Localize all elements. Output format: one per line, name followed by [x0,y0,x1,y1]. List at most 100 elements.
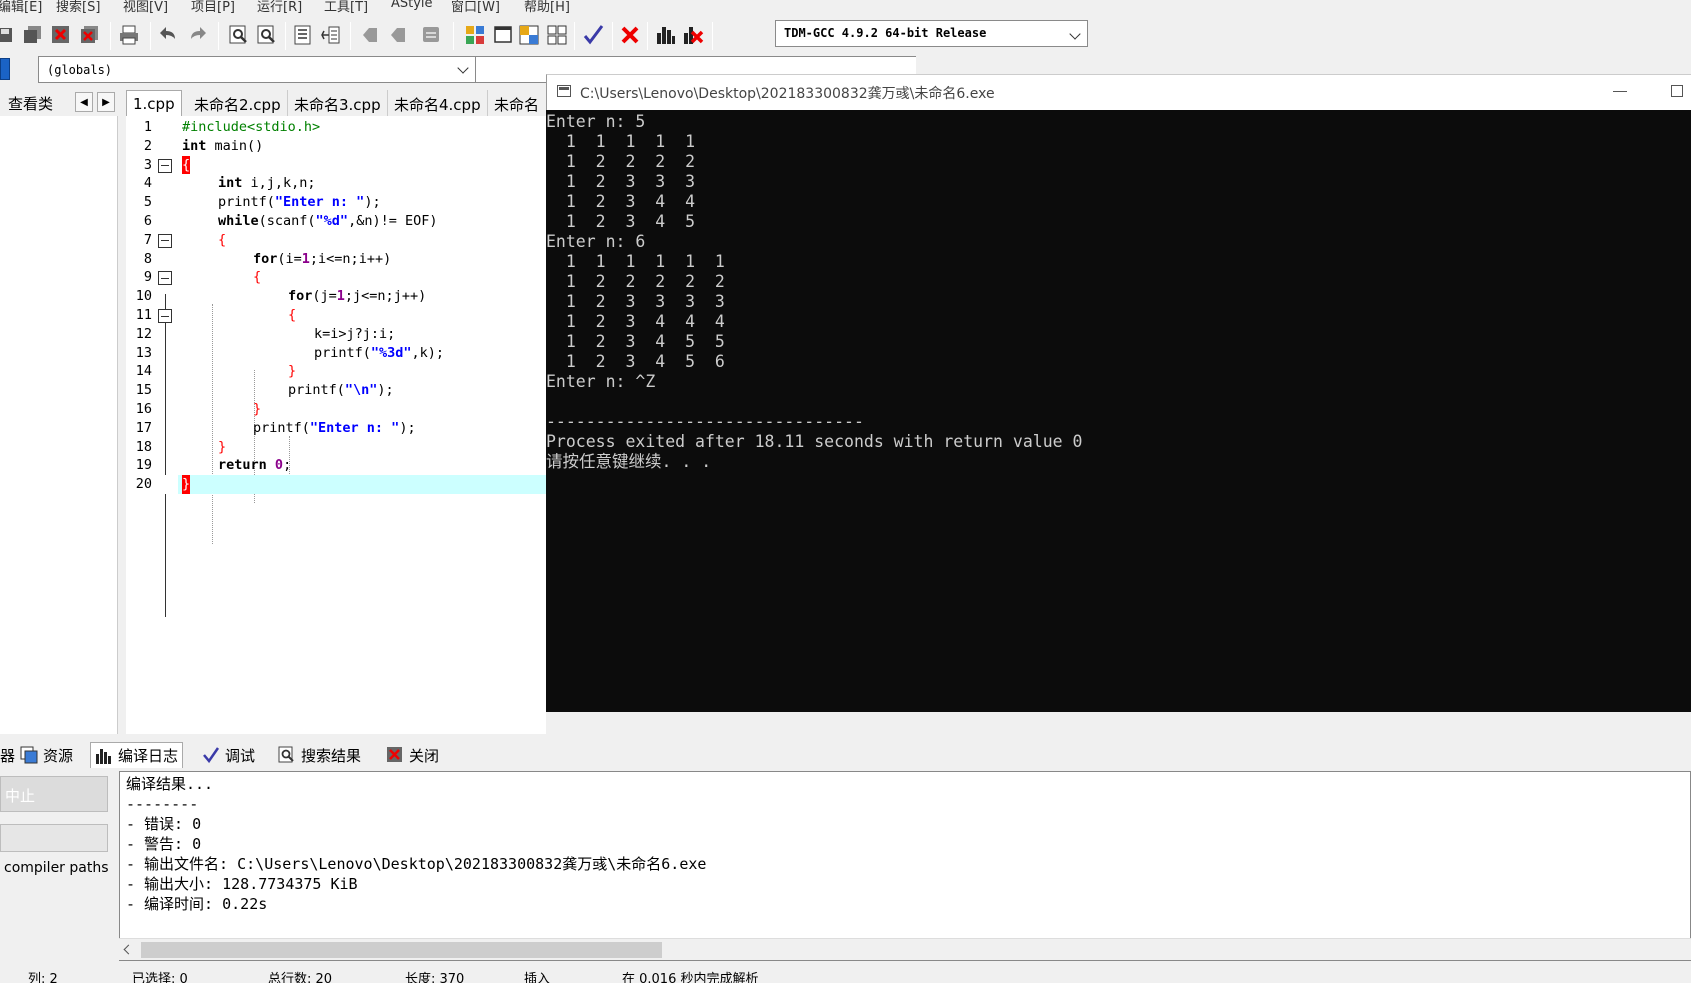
console-window-titlebar[interactable]: C:\Users\Lenovo\Desktop\202183300832龚万彧\… [546,74,1691,110]
menu-window[interactable]: 窗口[W] [451,0,500,14]
tab-class-browser[interactable]: 查看类 [0,90,61,114]
close-file-icon[interactable] [48,22,74,48]
fold-collapse-icon[interactable] [158,271,172,286]
code-line: 13 printf("%3d",k); [135,344,445,361]
chart-icon[interactable] [653,22,679,48]
code-line: 10 for(j=1;j<=n;j++) [135,288,427,305]
scope-select[interactable]: (globals) [38,56,476,83]
tab-file-1[interactable]: 1.cpp [126,90,182,116]
code-line: 11{ [135,307,297,323]
fold-collapse-icon[interactable] [158,233,172,248]
menu-project[interactable]: 项目[P] [191,0,235,14]
save-icon[interactable] [0,22,18,48]
stop-button[interactable]: 中止 [0,776,108,812]
unindent-icon[interactable] [318,22,344,48]
fold-collapse-icon[interactable] [158,158,172,173]
console-line: 1 1 1 1 1 1 [546,252,725,271]
tab-compile-log[interactable]: 编译日志 [90,742,184,768]
code-line: 1 #include<stdio.h> [143,119,321,135]
menu-view[interactable]: 视图[V] [123,0,168,14]
code-line: 5 printf("Enter n: "); [143,194,381,211]
redo-icon[interactable] [184,22,210,48]
blank-button[interactable] [0,824,108,852]
menu-search[interactable]: 搜索[S] [56,0,100,14]
chart-icon [96,748,111,764]
undo-icon[interactable] [156,22,182,48]
grid-icon[interactable] [544,22,570,48]
tab-scroll-left-icon[interactable]: ◀ [75,92,93,112]
console-line: 1 2 3 4 5 6 [546,352,725,371]
bookmark-next-icon[interactable] [384,22,410,48]
tab-debug[interactable]: 调试 [198,742,259,768]
close-all-icon[interactable] [77,22,103,48]
scrollbar-thumb[interactable] [141,942,662,958]
console-line: Enter n: ^Z [546,372,656,391]
compiler-paths-checkbox-label[interactable]: compiler paths [4,860,109,876]
status-mode: 插入 [524,972,551,983]
indent-icon[interactable] [290,22,316,48]
code-line: 6 while(scanf("%d",&n)!= EOF) [143,213,438,229]
tab-debug-label: 调试 [225,746,256,765]
compile-log[interactable]: 编译结果... -------- - 错误: 0 - 警告: 0 - 输出文件名… [119,771,1691,961]
print-icon[interactable] [116,22,142,48]
menu-run[interactable]: 运行[R] [257,0,302,14]
console-line: 1 2 2 2 2 [546,152,696,171]
tab-compile-log-label: 编译日志 [118,747,179,765]
code-line: 9{ [143,269,262,286]
check-icon[interactable] [580,22,606,48]
menu-help[interactable]: 帮助[H] [524,0,570,14]
console-line: Process exited after 18.11 seconds with … [546,432,1083,451]
tab-file-4[interactable]: 未命名4.cpp [388,90,488,116]
compiler-select-value: TDM-GCC 4.9.2 64-bit Release [784,26,987,40]
code-line: 8 for(i=1;i<=n;i++) [143,250,392,267]
tab-resources-label: 资源 [43,746,74,765]
code-line: 4 int i,j,k,n; [143,175,316,192]
bookmark-prev-icon[interactable] [356,22,382,48]
class-browser-icon[interactable] [0,58,10,80]
log-line: - 错误: 0 [126,815,202,833]
tab-resources[interactable]: 资源 [16,742,77,768]
log-line: - 警告: 0 [126,835,202,853]
log-line: 编译结果... [126,775,214,793]
console-line: Enter n: 5 [546,112,646,131]
replace-icon[interactable] [254,22,280,48]
tab-file-2[interactable]: 未命名2.cpp [188,90,288,116]
status-parse: 在 0.016 秒内完成解析 [622,972,759,983]
code-line: 7{ [143,231,227,248]
menu-tools[interactable]: 工具[T] [324,0,368,14]
tab-file-5[interactable]: 未命名 [488,90,546,116]
minimize-icon[interactable] [1613,91,1627,92]
code-line: 17 printf("Enter n: "); [135,419,416,436]
find-icon[interactable] [226,22,252,48]
toggle-comment-icon[interactable] [418,22,444,48]
tab-file-3[interactable]: 未命名3.cpp [288,90,388,116]
fold-collapse-icon[interactable] [158,309,172,323]
log-horizontal-scrollbar[interactable] [119,938,1691,960]
console-line: 1 2 3 4 5 5 [546,332,725,351]
console-app-icon [557,85,571,97]
console-line: 1 2 3 4 4 4 [546,312,725,331]
stop-icon[interactable] [617,22,643,48]
save-all-icon[interactable] [20,22,46,48]
code-line: 14} [135,363,297,380]
maximize-icon[interactable] [1671,85,1683,97]
close-file-icon [387,747,402,762]
new-project-icon[interactable] [462,22,488,48]
console-line: -------------------------------- [546,412,864,431]
menu-edit[interactable]: 编辑[E] [0,0,42,14]
layout-icon[interactable] [516,22,542,48]
check-icon [203,747,220,764]
code-line: 3{ [143,155,191,175]
log-line: - 输出文件名: C:\Users\Lenovo\Desktop\2021833… [126,855,707,873]
code-editor[interactable]: 1 #include<stdio.h> 2 int main() 3{ 4 int i… [126,116,546,734]
tab-search-results[interactable]: 搜索结果 [274,742,365,768]
menu-astyle[interactable]: AStyle [391,0,433,11]
tab-close[interactable]: 关闭 [382,742,443,768]
delete-chart-icon[interactable] [680,22,706,48]
tab-scroll-right-icon[interactable]: ▶ [97,92,115,112]
console-output[interactable]: Enter n: 5 1 1 1 1 1 1 2 2 2 2 1 2 3 3 3… [546,110,1691,712]
scroll-left-icon[interactable] [123,944,134,955]
window-icon[interactable] [490,22,516,48]
compiler-select[interactable]: TDM-GCC 4.9.2 64-bit Release [775,20,1088,47]
